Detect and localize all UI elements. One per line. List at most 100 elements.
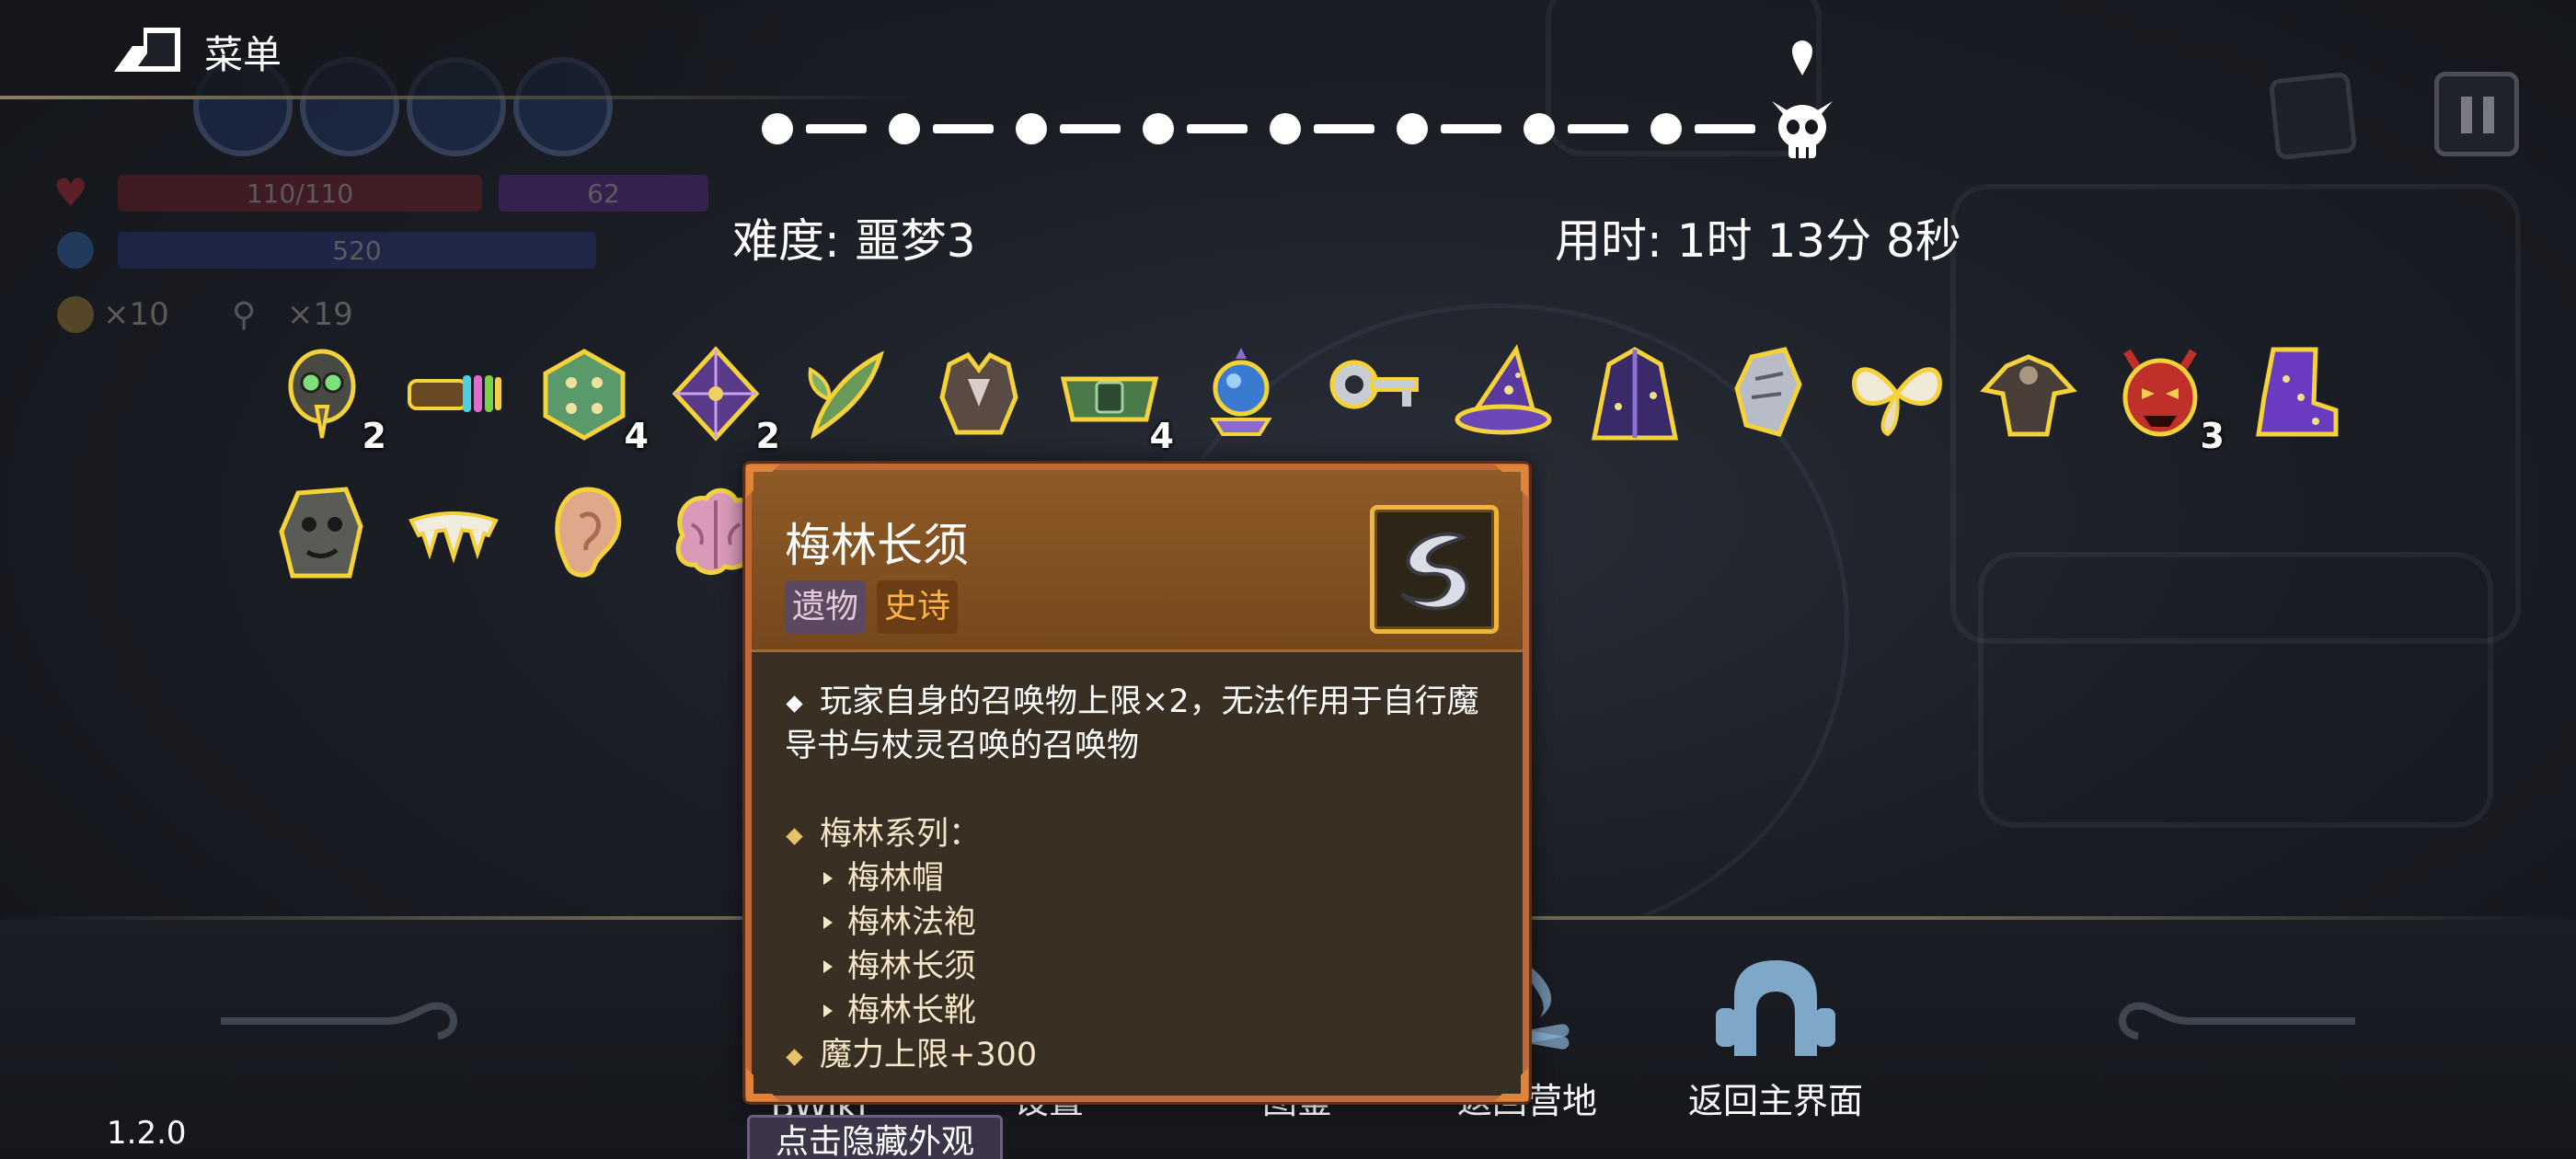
item-count-badge: 2 — [362, 416, 386, 456]
item-count-badge: 4 — [624, 416, 649, 456]
pause-icon — [2461, 97, 2472, 133]
rarity-badge: 史诗 — [877, 580, 959, 634]
series-heading: 梅林系列： — [785, 812, 1502, 856]
progress-connector — [1441, 124, 1501, 133]
wizard-hat-icon[interactable] — [1452, 342, 1555, 445]
return-main-button[interactable]: 返回主界面 — [1674, 957, 1877, 1123]
plague-mask-icon[interactable]: 2 — [270, 342, 386, 456]
difficulty-label: 难度: 噩梦3 — [732, 214, 976, 268]
key-count: ×19 — [287, 296, 353, 333]
progress-node — [1650, 113, 1682, 144]
mana-bonus-line: 魔力上限+300 — [785, 1033, 1502, 1077]
silver-gauntlet-icon[interactable] — [1715, 342, 1818, 445]
ornament-right-icon — [2116, 993, 2355, 1061]
progress-connector — [1187, 124, 1248, 133]
series-item-text: 梅林长须 — [847, 948, 977, 985]
ear-icon[interactable] — [533, 480, 636, 583]
series-item: 梅林长须 — [785, 945, 1502, 989]
help-button[interactable] — [2268, 71, 2358, 161]
location-pin-icon — [1790, 39, 1814, 77]
merlin-beard-icon — [1370, 505, 1499, 634]
corner-ornament-icon — [746, 1068, 779, 1101]
effect-line-1: 玩家自身的召唤物上限×2，无法作用于自行魔 — [820, 683, 1479, 720]
return-main-label: 返回主界面 — [1687, 1081, 1863, 1121]
red-demon-mask-icon[interactable]: 3 — [2109, 342, 2225, 456]
menu-divider — [0, 96, 920, 99]
bg-desk — [1978, 552, 2493, 828]
progress-node — [889, 113, 920, 144]
purple-dice-icon[interactable]: 2 — [664, 342, 780, 456]
health-value: 110/110 — [246, 178, 354, 209]
diamond-bullet-icon — [786, 1049, 803, 1066]
pause-icon-bar — [2483, 97, 2494, 133]
series-item: 梅林长靴 — [785, 989, 1502, 1033]
rainbow-bracelet-icon[interactable] — [402, 342, 505, 445]
tooltip-title: 梅林长须 — [785, 519, 969, 572]
ornament-left-icon — [221, 993, 460, 1061]
series-item-text: 梅林帽 — [847, 860, 945, 897]
effect-line-2: 导书与杖灵召唤的召唤物 — [785, 728, 1140, 764]
progress-node — [1143, 113, 1174, 144]
progress-connector — [1314, 124, 1374, 133]
hide-appearance-button[interactable]: 点击隐藏外观 — [747, 1115, 1003, 1159]
item-tooltip: 梅林长须 遗物 史诗 玩家自身的召唤物上限×2，无法作用于自行魔 导书与杖灵召唤… — [745, 464, 1529, 1102]
effect-paragraph: 玩家自身的召唤物上限×2，无法作用于自行魔 — [785, 680, 1502, 724]
wizard-robe-icon[interactable] — [1583, 342, 1686, 445]
arrow-bullet-icon — [823, 916, 833, 929]
shield-value: 62 — [587, 178, 620, 209]
mana-bonus-text: 魔力上限+300 — [820, 1037, 1038, 1073]
series-item-text: 梅林法袍 — [847, 904, 977, 941]
boss-skull-icon — [1768, 96, 1836, 162]
item-count-badge: 2 — [755, 416, 780, 456]
diamond-bullet-icon — [786, 695, 803, 713]
bat-cloak-icon[interactable] — [1977, 342, 2080, 445]
fairy-wings-icon[interactable] — [1846, 342, 1949, 445]
tooltip-description: 玩家自身的召唤物上限×2，无法作用于自行魔 导书与杖灵召唤的召唤物 梅林系列： … — [785, 680, 1502, 1077]
series-item: 梅林法袍 — [785, 901, 1502, 945]
progress-node — [1397, 113, 1428, 144]
health-bar: 110/110 — [118, 175, 482, 212]
series-item-text: 梅林长靴 — [847, 993, 977, 1029]
golem-gate-icon — [1707, 957, 1845, 1058]
progress-connector — [806, 124, 867, 133]
crystal-orb-icon[interactable] — [1190, 342, 1293, 445]
pause-button[interactable] — [2434, 72, 2519, 156]
coin-icon — [57, 296, 94, 333]
progress-connector — [1568, 124, 1628, 133]
game-screen: ♥ 110/110 62 520 ×10 ⚲ ×19 菜单 难度: 噩梦3 用时… — [0, 0, 2576, 1159]
purple-boot-icon[interactable] — [2240, 342, 2343, 445]
mana-bar: 520 — [118, 232, 596, 269]
time-used-label: 用时: 1时 13分 8秒 — [1555, 214, 1961, 268]
green-belt-icon[interactable]: 4 — [1058, 342, 1174, 456]
item-count-badge: 4 — [1149, 416, 1174, 456]
mana-value: 520 — [332, 235, 382, 266]
heart-icon: ♥ — [53, 170, 88, 215]
series-item: 梅林帽 — [785, 856, 1502, 901]
menu-label[interactable]: 菜单 — [204, 24, 282, 80]
arrow-bullet-icon — [823, 1004, 833, 1017]
progress-connector — [933, 124, 994, 133]
arrow-bullet-icon — [823, 960, 833, 973]
progress-connector — [1060, 124, 1121, 133]
dark-armor-icon[interactable] — [927, 342, 1030, 445]
silver-key-icon[interactable] — [1321, 342, 1424, 445]
stone-face-icon[interactable] — [270, 480, 374, 583]
coin-count: ×10 — [103, 296, 169, 333]
version-label: 1.2.0 — [107, 1115, 187, 1152]
progress-node — [1016, 113, 1047, 144]
menu-icon[interactable] — [101, 26, 186, 74]
series-heading-text: 梅林系列： — [820, 816, 982, 853]
green-dice-icon[interactable]: 4 — [533, 342, 649, 456]
fangs-icon[interactable] — [402, 480, 505, 583]
progress-connector — [1695, 124, 1755, 133]
key-icon: ⚲ — [232, 296, 257, 334]
shield-bar: 62 — [499, 175, 708, 212]
progress-node — [1270, 113, 1301, 144]
arrow-bullet-icon — [823, 872, 833, 885]
corner-ornament-icon — [746, 465, 779, 498]
mana-orb-icon — [57, 232, 94, 269]
leaf-feather-icon[interactable] — [796, 342, 899, 445]
diamond-bullet-icon — [786, 828, 803, 845]
corner-ornament-icon — [1495, 465, 1528, 498]
progress-node — [762, 113, 793, 144]
